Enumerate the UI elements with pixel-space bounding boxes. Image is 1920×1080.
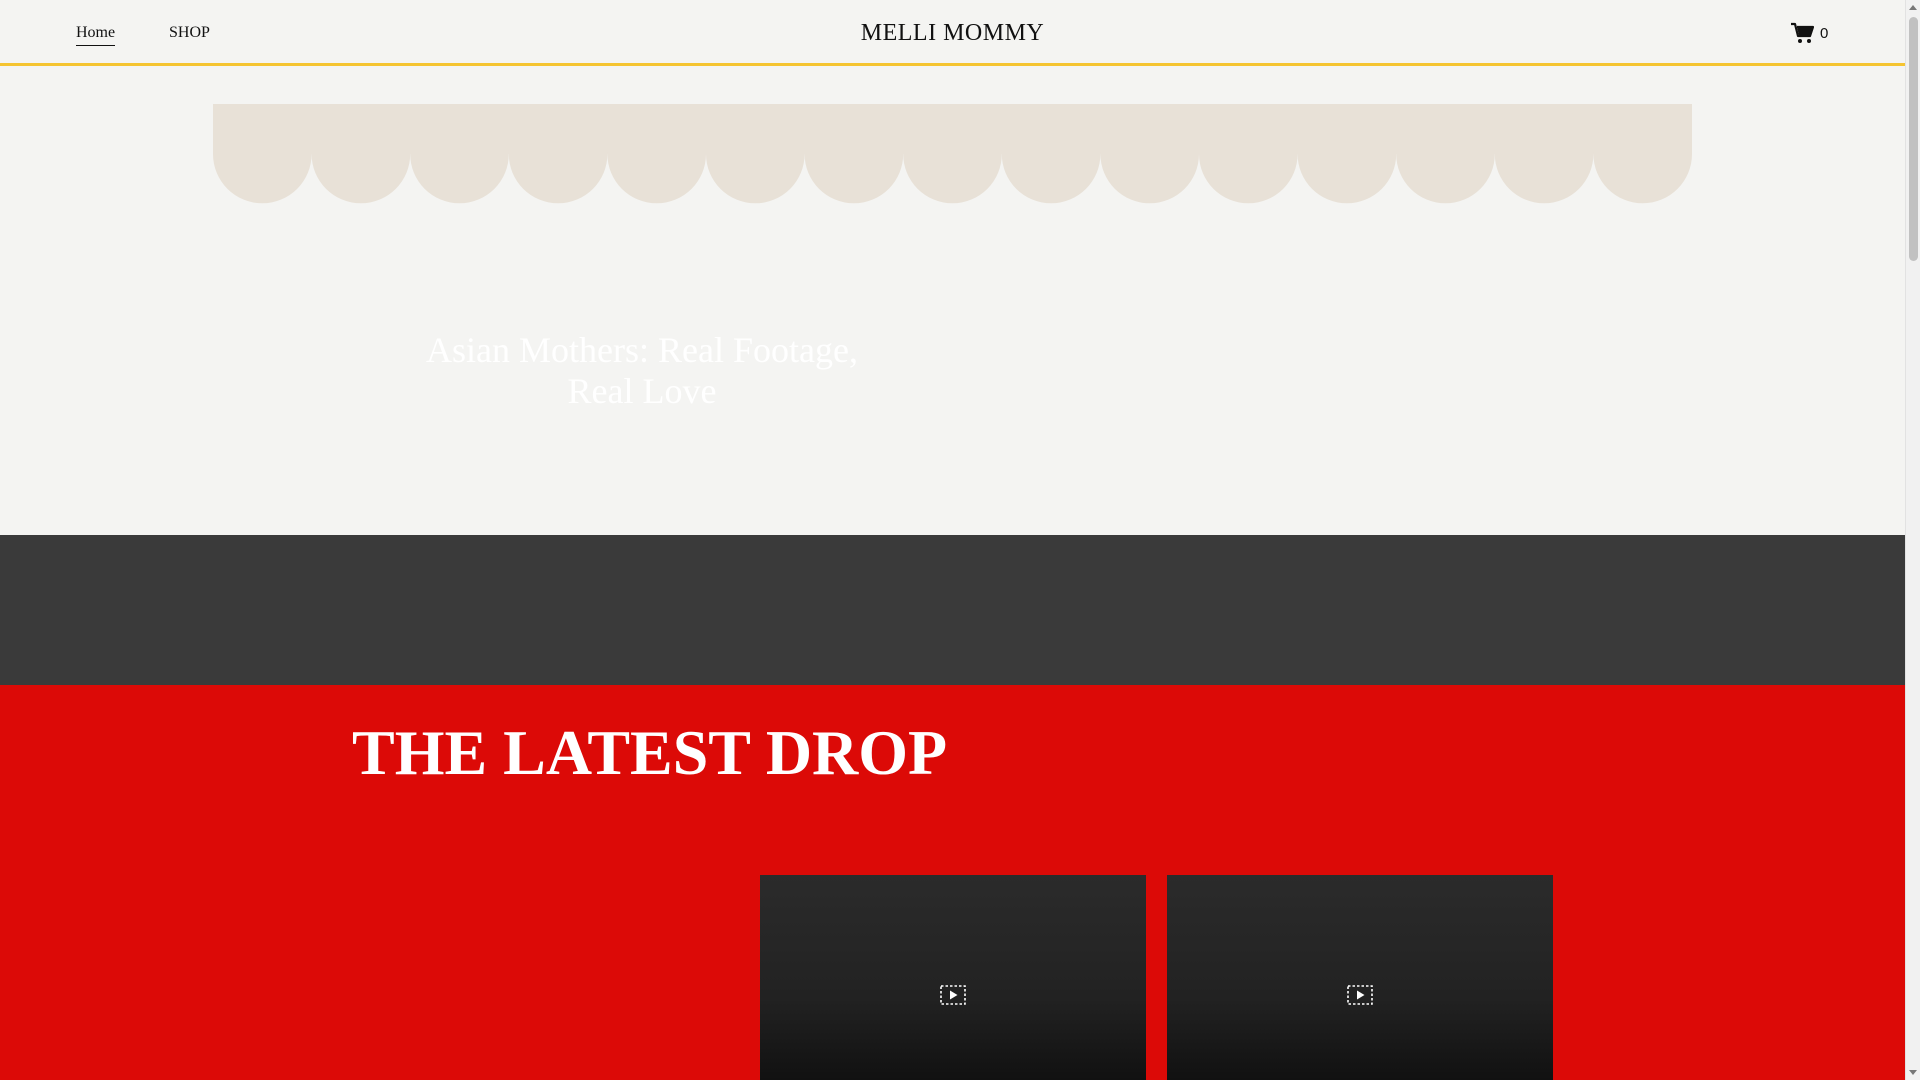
dark-band: [0, 535, 1905, 685]
scroll-down-arrow[interactable]: [1909, 1070, 1917, 1075]
scallop-circle: [1593, 104, 1692, 204]
scroll-up-arrow[interactable]: [1909, 5, 1917, 10]
scallop-circle: [1396, 104, 1495, 204]
scallop-circle: [213, 104, 312, 204]
scallop-banner: [213, 104, 1692, 204]
scallop-circle: [508, 104, 608, 204]
latest-drop-section: THE LATEST DROP: [0, 685, 1905, 1080]
scallop-circle: [706, 104, 805, 204]
scallop-circle: [1297, 104, 1397, 204]
scallop-circle: [1199, 104, 1298, 204]
page-scrollbar[interactable]: [1905, 0, 1920, 1080]
scallop-circle: [1001, 104, 1101, 204]
latest-drop-title: THE LATEST DROP: [352, 717, 948, 788]
scallop-circle: [410, 104, 509, 204]
page: Home SHOP MELLI MOMMY 0 Asian Mothers: R…: [0, 0, 1905, 1080]
site-header: Home SHOP MELLI MOMMY 0: [0, 0, 1905, 66]
scallop-circle: [804, 104, 904, 204]
video-placeholder-icon: [1347, 985, 1373, 1005]
scallop-circle: [311, 104, 411, 204]
scallop-circle: [1494, 104, 1594, 204]
brand-logo-container: MELLI MOMMY: [0, 18, 1905, 48]
hero-title: Asian Mothers: Real Footage, Real Love: [426, 330, 858, 411]
nav-shop-link[interactable]: SHOP: [169, 22, 210, 44]
video-card-2[interactable]: [1167, 875, 1553, 1080]
video-card-1[interactable]: [760, 875, 1146, 1080]
cart-button[interactable]: 0: [1790, 20, 1828, 46]
video-placeholder-icon: [940, 985, 966, 1005]
scroll-thumb[interactable]: [1909, 17, 1918, 261]
nav-home-link[interactable]: Home: [76, 22, 116, 46]
scallop-circle: [607, 104, 706, 204]
scallop-circle: [1100, 104, 1199, 204]
cart-count: 0: [1820, 24, 1829, 42]
cart-icon: [1791, 22, 1814, 43]
brand-logo[interactable]: MELLI MOMMY: [861, 20, 1045, 46]
scallop-circle: [903, 104, 1002, 204]
